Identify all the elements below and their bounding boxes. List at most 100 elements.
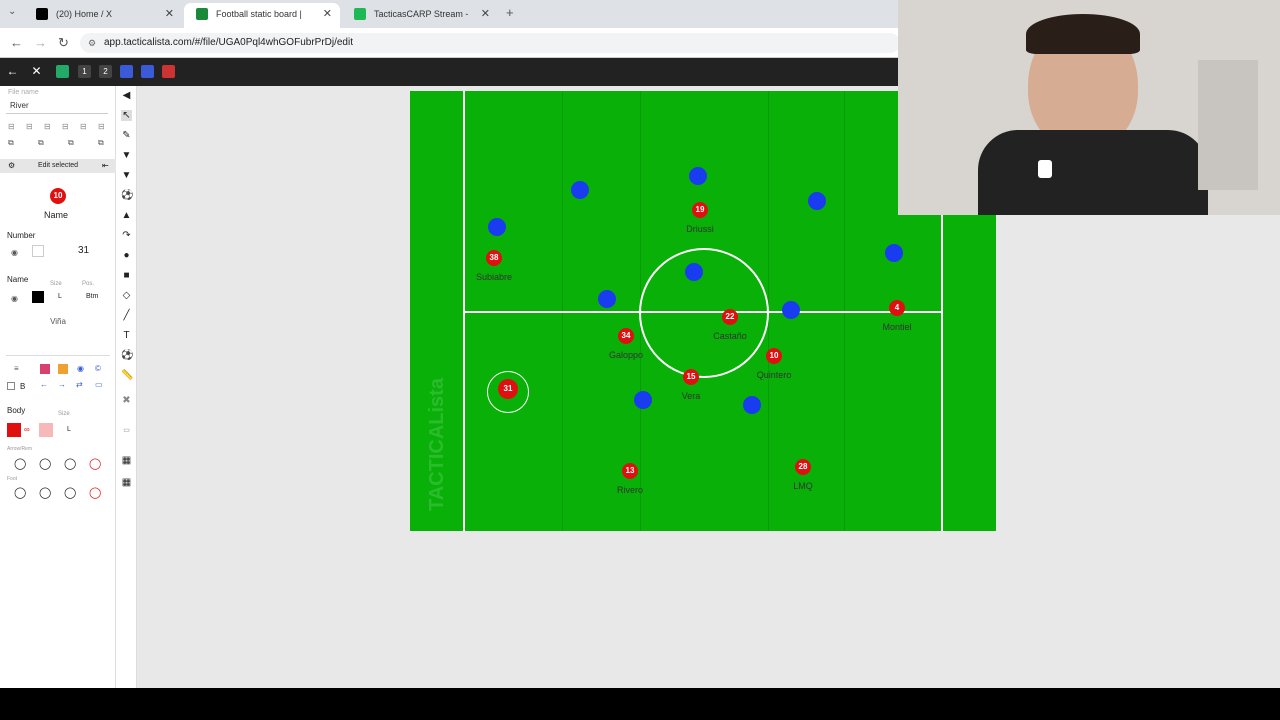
ball-tool-icon[interactable]: ⚽ (121, 190, 133, 201)
tab-tacticalista[interactable]: Football static board | TACTICA ✕ (184, 3, 340, 41)
align-bottom-icon[interactable]: ⊟ (80, 122, 87, 131)
file-name-input[interactable]: River (6, 100, 108, 114)
square-tool-icon[interactable]: ■ (121, 270, 132, 281)
select-tool-icon[interactable]: ↖ (121, 110, 132, 121)
name-size-select[interactable]: L (58, 293, 62, 300)
shape-ring-3-icon[interactable]: ◯ (64, 457, 76, 470)
line-tool-icon[interactable]: ╱ (121, 310, 132, 321)
shirt-alt-tool-icon[interactable]: ▼ (121, 170, 132, 181)
swap-icon[interactable]: ⇄ (76, 380, 83, 389)
link-icon[interactable]: ∞ (24, 425, 30, 434)
color-swatch-pink[interactable] (40, 364, 50, 374)
forward-icon[interactable]: → (34, 35, 47, 50)
blue-player[interactable] (689, 167, 707, 185)
red-player-token[interactable]: 22 (722, 309, 738, 325)
frame-1-button[interactable]: 1 (78, 65, 91, 78)
circle-tool-icon[interactable]: ● (121, 250, 132, 261)
collapse-icon[interactable]: ⇤ (102, 161, 109, 170)
frame-2-button[interactable]: 2 (99, 65, 112, 78)
image-icon[interactable] (56, 65, 69, 78)
red-player-token[interactable]: 15 (683, 369, 699, 385)
foot-ring-red-icon[interactable]: ◯ (89, 486, 101, 499)
back-arrow-icon[interactable]: ← (6, 65, 19, 78)
site-info-icon[interactable]: ⚙ (88, 33, 96, 53)
delete-icon[interactable] (162, 65, 175, 78)
blue-player[interactable] (488, 218, 506, 236)
url-field[interactable]: ⚙ app.tacticalista.com/#/file/UGA0Pql4wh… (80, 33, 900, 53)
foot-ring-1-icon[interactable]: ◯ (14, 486, 26, 499)
qr-tool-icon[interactable]: ▦ (121, 477, 132, 488)
close-tab-icon[interactable]: ✕ (481, 3, 490, 25)
tab-x-home[interactable]: (20) Home / X ✕ (24, 3, 182, 28)
copyright-icon[interactable]: © (95, 364, 101, 373)
foot-ring-3-icon[interactable]: ◯ (64, 486, 76, 499)
new-tab-icon[interactable]: + (506, 5, 514, 20)
distribute-icon[interactable]: ⊟ (98, 122, 105, 131)
body-size-select[interactable]: L (67, 426, 71, 433)
number-color-swatch[interactable] (32, 245, 44, 257)
blue-player[interactable] (885, 244, 903, 262)
close-icon[interactable]: ✕ (30, 65, 43, 78)
name-pos-select[interactable]: Btm (86, 293, 98, 300)
copy-icon[interactable] (120, 65, 133, 78)
number-visibility-icon[interactable]: ◉ (11, 248, 18, 257)
close-tab-icon[interactable]: ✕ (165, 3, 174, 25)
red-player-token[interactable]: 4 (889, 300, 905, 316)
text-align-icon[interactable]: ≡ (14, 364, 19, 373)
blue-player[interactable] (634, 391, 652, 409)
send-back-icon[interactable]: ⧉ (98, 138, 104, 148)
cone-tool-icon[interactable]: ▲ (121, 210, 132, 221)
red-player-token[interactable]: 10 (766, 348, 782, 364)
duplicate-icon[interactable]: ⧉ (38, 138, 44, 148)
ruler-tool-icon[interactable]: 📏 (121, 370, 133, 381)
blue-player[interactable] (685, 263, 703, 281)
name-color-swatch[interactable] (32, 291, 44, 303)
align-left-icon[interactable]: ⊟ (8, 122, 15, 131)
ball-alt-tool-icon[interactable]: ⚽ (121, 350, 133, 361)
red-player-token[interactable]: 19 (692, 202, 708, 218)
blue-player[interactable] (782, 301, 800, 319)
eraser-tool-icon[interactable]: ✖ (121, 395, 132, 406)
palette-icon[interactable]: ◉ (77, 364, 84, 373)
arrow-left-icon[interactable]: ← (40, 380, 48, 389)
blue-player[interactable] (808, 192, 826, 210)
collapse-panel-icon[interactable]: ◀ (121, 90, 132, 101)
align-top-icon[interactable]: ⊟ (44, 122, 51, 131)
arrow-right-icon[interactable]: → (58, 380, 66, 389)
align-center-icon[interactable]: ⊟ (26, 122, 33, 131)
tab-kick-stream[interactable]: TacticasCARP Stream - Watch L ✕ (342, 3, 498, 41)
blue-player[interactable] (743, 396, 761, 414)
secondary-color-swatch[interactable] (39, 423, 53, 437)
group-icon[interactable]: ⧉ (8, 138, 14, 148)
curve-arrow-tool-icon[interactable]: ↷ (121, 230, 132, 241)
text-field-icon[interactable]: ▭ (95, 380, 103, 389)
blue-player[interactable] (571, 181, 589, 199)
body-color-swatch[interactable] (7, 423, 21, 437)
grid-tool-icon[interactable]: ▦ (121, 455, 132, 466)
selected-red-player-token[interactable]: 31 (498, 379, 518, 399)
shape-ring-1-icon[interactable]: ◯ (14, 457, 26, 470)
back-icon[interactable]: ← (10, 35, 23, 50)
off-toggle-icon[interactable]: ▭ (121, 425, 132, 436)
close-tab-icon[interactable]: ✕ (323, 3, 332, 25)
red-player-token[interactable]: 34 (618, 328, 634, 344)
name-visibility-icon[interactable]: ◉ (11, 294, 18, 303)
bold-checkbox[interactable] (7, 382, 15, 390)
text-tool-icon[interactable]: T (121, 330, 132, 341)
shape-ring-red-icon[interactable]: ◯ (89, 457, 101, 470)
shirt-tool-icon[interactable]: ▼ (121, 150, 132, 161)
red-player-token[interactable]: 38 (486, 250, 502, 266)
tab-search-icon[interactable]: ⌄ (8, 6, 16, 17)
bring-front-icon[interactable]: ⧉ (68, 138, 74, 148)
name-textarea[interactable]: Viña (6, 314, 110, 356)
red-player-token[interactable]: 13 (622, 463, 638, 479)
align-middle-icon[interactable]: ⊟ (62, 122, 69, 131)
foot-ring-2-icon[interactable]: ◯ (39, 486, 51, 499)
polygon-tool-icon[interactable]: ◇ (121, 290, 132, 301)
save-icon[interactable] (141, 65, 154, 78)
reload-icon[interactable]: ↻ (58, 35, 69, 51)
shape-ring-2-icon[interactable]: ◯ (39, 457, 51, 470)
red-player-token[interactable]: 28 (795, 459, 811, 475)
pen-tool-icon[interactable]: ✎ (121, 130, 132, 141)
blue-player[interactable] (598, 290, 616, 308)
